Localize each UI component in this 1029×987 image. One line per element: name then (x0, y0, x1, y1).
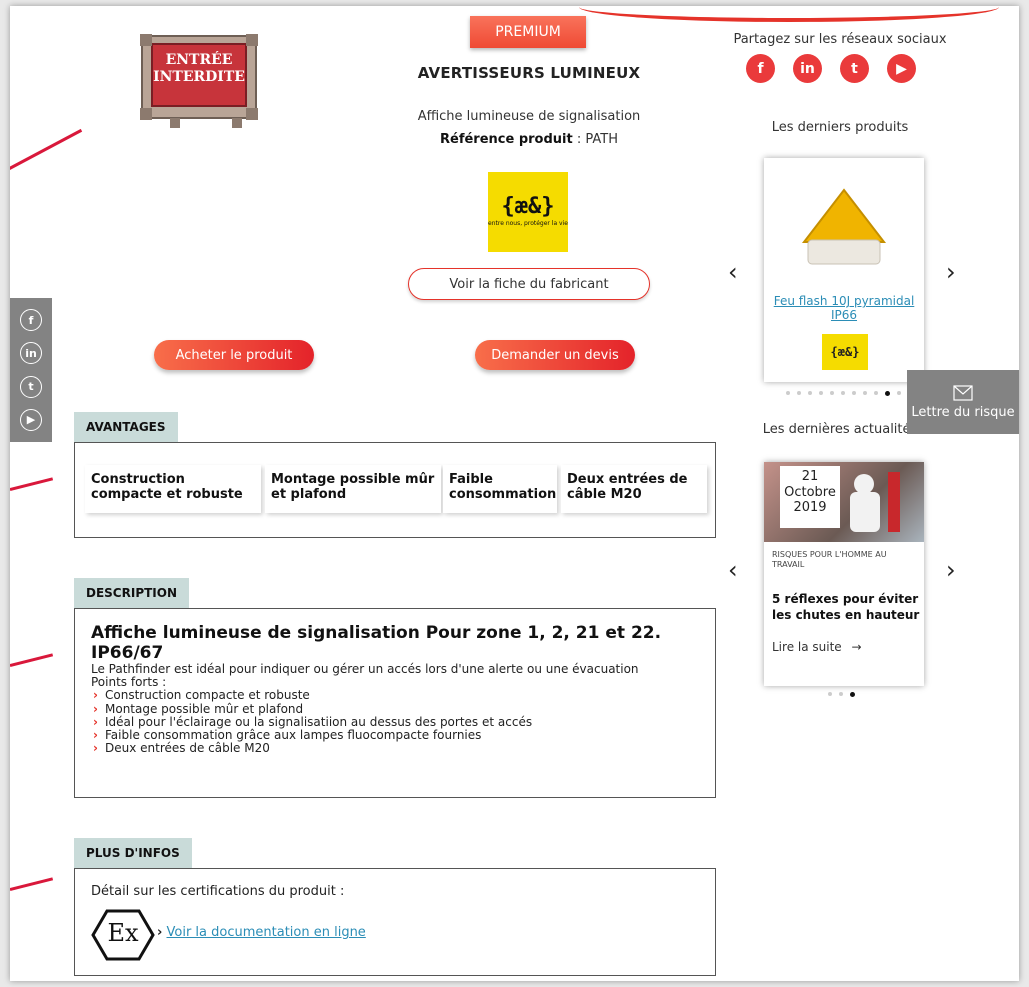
manufacturer-logo-tagline: entre nous, protéger la vie (488, 220, 568, 228)
product-reference-label: Référence produit (440, 132, 573, 147)
page: ENTRÉE INTERDITE PREMIUM AVERTISSEURS LU… (10, 6, 1019, 981)
callout-line (10, 128, 83, 174)
list-item: Montage possible mûr et plafond (91, 702, 699, 716)
advantage-item: Montage possible mûr et plafond (265, 465, 441, 513)
top-swoosh-decoration (579, 6, 999, 22)
product-subtitle: Affiche lumineuse de signalisation (417, 109, 641, 124)
description-text: Le Pathfinder est idéal pour indiquer ou… (91, 662, 639, 676)
chevron-right-icon[interactable]: › (946, 556, 956, 584)
manufacturer-sheet-button[interactable]: Voir la fiche du fabricant (408, 268, 650, 300)
product-image-text: ENTRÉE INTERDITE (153, 52, 245, 85)
product-reference-value: : PATH (572, 132, 618, 147)
products-carousel-dots[interactable] (786, 391, 901, 396)
envelope-icon (953, 384, 973, 401)
facebook-icon[interactable]: f (20, 309, 42, 332)
news-category: RISQUES POUR L'HOMME AU TRAVAIL (772, 550, 887, 569)
list-item: Idéal pour l'éclairage ou la signalisati… (91, 715, 699, 729)
documentation-link[interactable]: Voir la documentation en ligne (167, 925, 366, 940)
news-day: 21 (801, 469, 819, 484)
youtube-icon[interactable]: ▶ (887, 54, 916, 83)
news-month: Octobre (784, 484, 836, 500)
share-icons: f in t ▶ (746, 54, 916, 84)
tab-advantages: AVANTAGES (74, 412, 178, 442)
callout-line (10, 877, 54, 891)
tab-description: DESCRIPTION (74, 578, 190, 608)
premium-badge: PREMIUM (470, 16, 586, 48)
product-reference: Référence produit : PATH (360, 132, 698, 147)
request-quote-button[interactable]: Demander un devis (475, 340, 635, 370)
list-item: Construction compacte et robuste (91, 689, 699, 703)
certification-label: Détail sur les certifications du produit… (91, 884, 345, 899)
chevron-right-icon: › (157, 925, 163, 940)
news-date-badge: 21 Octobre 2019 (780, 466, 840, 528)
callout-line (10, 477, 54, 491)
share-title: Partagez sur les réseaux sociaux (733, 32, 947, 47)
advantages-panel: Construction compacte et robuste Montage… (74, 442, 716, 538)
product-title: AVERTISSEURS LUMINEUX (417, 64, 641, 82)
news-year: 2019 (793, 500, 827, 516)
news-carousel-dots[interactable] (828, 692, 855, 697)
latest-product-link[interactable]: Feu flash 10J pyramidal IP66 (770, 294, 918, 322)
news-read-more[interactable]: Lire la suite → (772, 640, 862, 654)
chevron-left-icon[interactable]: ‹ (728, 258, 738, 286)
twitter-icon[interactable]: t (20, 375, 42, 398)
chevron-right-icon[interactable]: › (946, 258, 956, 286)
youtube-icon[interactable]: ▶ (20, 408, 42, 431)
advantage-item: Deux entrées de câble M20 (561, 465, 707, 513)
product-thumbnail (788, 180, 900, 276)
facebook-icon[interactable]: f (746, 54, 775, 83)
tab-more-info: PLUS D'INFOS (74, 838, 192, 868)
description-panel: Affiche lumineuse de signalisation Pour … (74, 608, 716, 798)
news-title: 5 réflexes pour éviter les chutes en hau… (772, 592, 920, 622)
latest-products-title: Les derniers produits (771, 120, 909, 135)
manufacturer-logo: {æ&} entre nous, protéger la vie (488, 172, 568, 252)
risk-letter-button[interactable]: Lettre du risque (907, 370, 1019, 434)
callout-line (10, 653, 54, 667)
manufacturer-logo-mark: {æ&} (501, 194, 555, 220)
latest-news-card[interactable]: 21 Octobre 2019 RISQUES POUR L'HOMME AU … (764, 462, 924, 686)
advantage-item: Faible consommation (443, 465, 557, 513)
product-image: ENTRÉE INTERDITE (140, 34, 258, 128)
advantage-item: Construction compacte et robuste (85, 465, 261, 513)
buy-product-button[interactable]: Acheter le produit (154, 340, 314, 370)
product-brand-logo: {æ&} (822, 334, 868, 370)
linkedin-icon[interactable]: in (20, 342, 42, 365)
description-heading: Affiche lumineuse de signalisation Pour … (91, 623, 662, 663)
description-points-list: Construction compacte et robuste Montage… (91, 689, 699, 756)
latest-product-card[interactable]: Feu flash 10J pyramidal IP66 {æ&} (764, 158, 924, 382)
doc-link-row: › Voir la documentation en ligne (157, 925, 366, 940)
more-info-panel: Détail sur les certifications du produit… (74, 868, 716, 976)
twitter-icon[interactable]: t (840, 54, 869, 83)
chevron-left-icon[interactable]: ‹ (728, 556, 738, 584)
risk-letter-label: Lettre du risque (911, 404, 1015, 420)
linkedin-icon[interactable]: in (793, 54, 822, 83)
list-item: Deux entrées de câble M20 (91, 741, 699, 755)
arrow-right-icon: → (851, 640, 862, 654)
ex-certification-icon: Ex (91, 909, 155, 961)
ex-symbol-text: Ex (107, 919, 139, 947)
left-social-bar: f in t ▶ (10, 298, 52, 442)
